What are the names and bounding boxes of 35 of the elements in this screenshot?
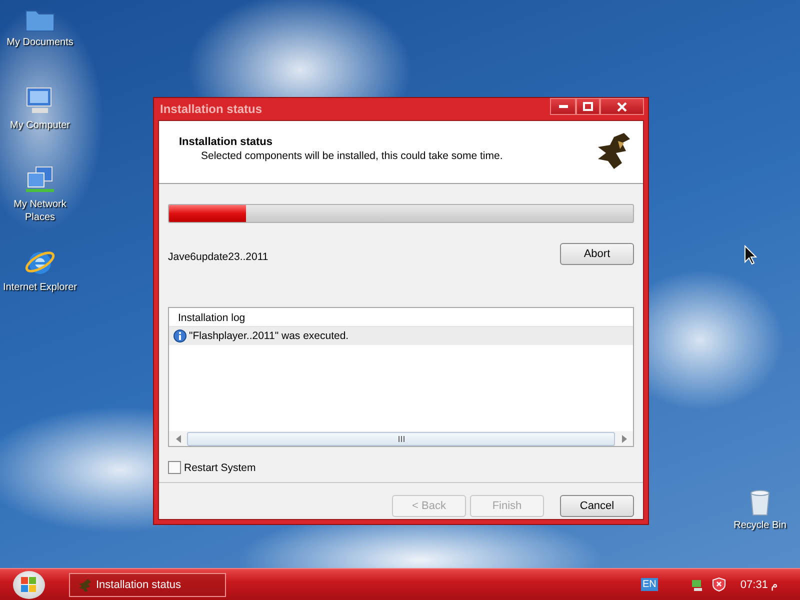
trash-bin-icon [748, 488, 772, 516]
current-item-label: Jave6update23..2011 [168, 251, 268, 263]
close-icon [617, 102, 627, 112]
log-entry[interactable]: "Flashplayer..2011" was executed. [169, 327, 633, 345]
shield-warning-icon[interactable] [712, 577, 726, 592]
desktop-icon-label[interactable]: Internet Explorer [3, 281, 77, 294]
scroll-right-icon[interactable] [622, 434, 626, 442]
desktop-icon-label[interactable]: Recycle Bin [734, 519, 786, 532]
taskbar-task[interactable]: Installation status [69, 572, 226, 596]
eagle-icon [78, 578, 92, 592]
desktop-icon-label[interactable]: My Network Places [0, 198, 80, 224]
network-tray-icon[interactable] [690, 578, 704, 592]
language-indicator[interactable]: EN [640, 578, 658, 591]
header-title: Installation status [179, 136, 274, 148]
start-button[interactable] [13, 570, 45, 598]
log-entry-text: "Flashplayer..2011" was executed. [189, 330, 349, 342]
header-subtitle: Selected components will be installed, this could take some time. [200, 150, 503, 162]
maximize-button[interactable] [576, 98, 600, 115]
network-computers-icon [24, 165, 56, 195]
window-title: Installation status [159, 102, 262, 116]
clock[interactable]: 07:31 م [740, 578, 778, 591]
desktop-icon-label[interactable]: My Documents [6, 36, 74, 49]
mouse-pointer-icon [744, 245, 758, 265]
restart-label: Restart System [184, 462, 256, 474]
maximize-icon [583, 102, 593, 111]
abort-button[interactable]: Abort [560, 243, 634, 265]
info-icon [173, 329, 187, 343]
restart-checkbox[interactable] [168, 461, 181, 474]
close-button[interactable] [600, 98, 644, 115]
wizard-button[interactable]: Cancel [560, 495, 634, 517]
windows-logo-icon [21, 576, 37, 592]
minimize-icon [558, 105, 568, 108]
desktop-icon-label[interactable]: My Computer [10, 119, 70, 132]
minimize-button[interactable] [550, 98, 576, 115]
scroll-left-icon[interactable] [176, 434, 180, 442]
